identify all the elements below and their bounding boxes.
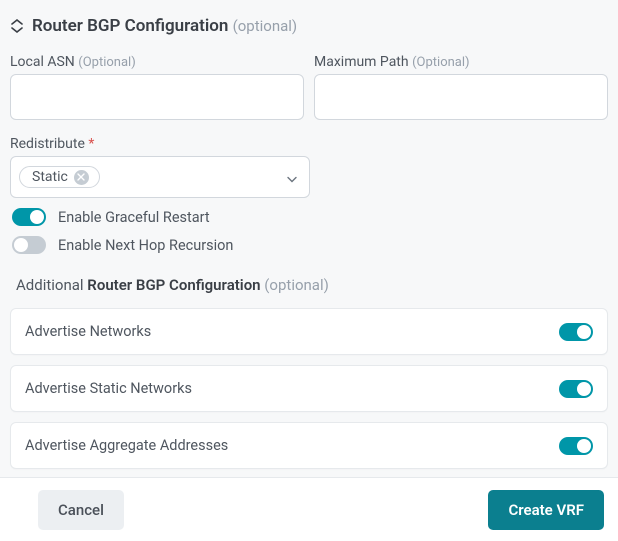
toggle-advertise-aggregate-addresses[interactable] xyxy=(559,437,593,455)
section-header: Router BGP Configuration (optional) xyxy=(10,16,608,36)
bgp-config-form: Router BGP Configuration (optional) Loca… xyxy=(0,0,618,477)
caret-down-icon xyxy=(287,168,297,187)
section-title: Router BGP Configuration (optional) xyxy=(32,16,297,36)
row-label: Advertise Aggregate Addresses xyxy=(25,437,228,454)
subsection-optional: (optional) xyxy=(264,276,329,294)
chip-remove-icon[interactable] xyxy=(74,170,89,185)
section-title-text: Router BGP Configuration xyxy=(32,16,228,36)
next-hop-recursion-label: Enable Next Hop Recursion xyxy=(58,237,233,254)
subsection-header: Additional Router BGP Configuration (opt… xyxy=(16,276,608,294)
collapse-icon[interactable] xyxy=(10,19,24,33)
footer: Cancel Create VRF xyxy=(0,477,618,541)
section-title-optional: (optional) xyxy=(233,17,298,35)
local-asn-label: Local ASN (Optional) xyxy=(10,54,304,70)
maximum-path-label-text: Maximum Path xyxy=(314,54,409,70)
toggle-advertise-static-networks[interactable] xyxy=(559,380,593,398)
chip-label: Static xyxy=(32,169,68,185)
row-advertise-aggregate-addresses[interactable]: Advertise Aggregate Addresses xyxy=(10,422,608,469)
required-asterisk: * xyxy=(88,136,94,152)
local-asn-label-text: Local ASN xyxy=(10,54,75,70)
maximum-path-label: Maximum Path (Optional) xyxy=(314,54,608,70)
row-label: Advertise Networks xyxy=(25,323,151,340)
create-vrf-button[interactable]: Create VRF xyxy=(488,490,604,530)
row-label: Advertise Static Networks xyxy=(25,380,192,397)
toggle-advertise-networks[interactable] xyxy=(559,323,593,341)
toggle-graceful-restart[interactable] xyxy=(12,208,46,226)
redistribute-label: Redistribute * xyxy=(10,136,608,152)
maximum-path-input[interactable] xyxy=(314,74,608,120)
maximum-path-optional: (Optional) xyxy=(412,55,469,70)
redistribute-select[interactable]: Static xyxy=(10,156,310,198)
cancel-button[interactable]: Cancel xyxy=(38,490,124,530)
toggle-next-hop-recursion[interactable] xyxy=(12,236,46,254)
row-advertise-networks[interactable]: Advertise Networks xyxy=(10,308,608,355)
graceful-restart-label: Enable Graceful Restart xyxy=(58,209,210,226)
local-asn-optional: (Optional) xyxy=(78,55,135,70)
subsection-prefix: Additional xyxy=(16,276,84,294)
subsection-strong: Router BGP Configuration xyxy=(87,276,260,294)
redistribute-label-text: Redistribute xyxy=(10,136,85,152)
redistribute-chip-static: Static xyxy=(19,166,100,188)
row-advertise-static-networks[interactable]: Advertise Static Networks xyxy=(10,365,608,412)
local-asn-input[interactable] xyxy=(10,74,304,120)
